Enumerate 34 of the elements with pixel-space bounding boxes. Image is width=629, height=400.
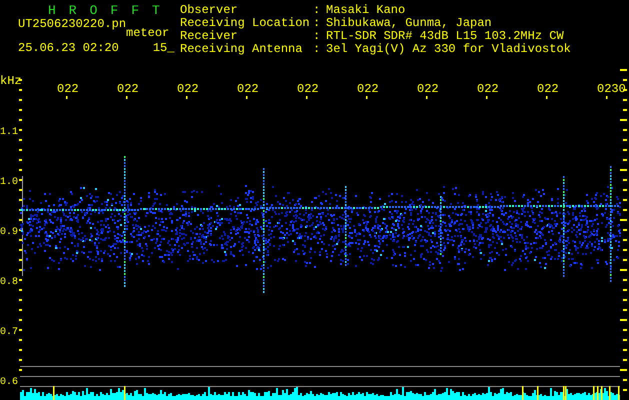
colon-separator: : xyxy=(313,43,322,56)
time-label: 022 xyxy=(177,82,199,96)
info-label: Receiver xyxy=(180,30,239,43)
info-label: Receiving Location xyxy=(180,17,311,30)
file-name: UT2506230220.pn xyxy=(18,18,126,30)
info-value: RTL-SDR SDR# 43dB L15 103.2MHz CW xyxy=(326,30,565,43)
time-label: 022 xyxy=(297,82,319,96)
mode-label: meteor xyxy=(126,27,170,39)
frequency-label: 0.6 xyxy=(0,377,18,388)
frequency-label: 1.1 xyxy=(0,127,18,138)
frequency-label: 0.7 xyxy=(0,327,18,338)
frequency-label: 0.9 xyxy=(0,227,18,238)
date-time: 25.06.23 02:20 xyxy=(18,42,119,54)
frequency-label: 1.0 xyxy=(0,177,18,188)
info-value: 3el Yagi(V) Az 330 for Vladivostok xyxy=(326,43,571,56)
app-title: HROFFT xyxy=(48,4,173,18)
time-label: 022 xyxy=(417,82,439,96)
time-label: 0230 xyxy=(597,82,626,96)
colon-separator: : xyxy=(313,17,322,30)
colon-separator: : xyxy=(313,30,322,43)
time-label: 022 xyxy=(57,82,79,96)
info-value: Masaki Kano xyxy=(326,4,406,17)
info-label: Receiving Antenna xyxy=(180,43,304,56)
unit-label: kHz xyxy=(0,74,22,88)
time-label: 022 xyxy=(237,82,259,96)
frequency-label: 0.8 xyxy=(0,277,18,288)
time-label: 022 xyxy=(117,82,139,96)
time-label: 022 xyxy=(357,82,379,96)
count-value: 15_ xyxy=(152,42,174,54)
time-label: 022 xyxy=(477,82,499,96)
time-label: 022 xyxy=(537,82,559,96)
info-label: Observer xyxy=(180,4,239,17)
info-value: Shibukawa, Gunma, Japan xyxy=(326,17,493,30)
colon-separator: : xyxy=(313,4,322,17)
